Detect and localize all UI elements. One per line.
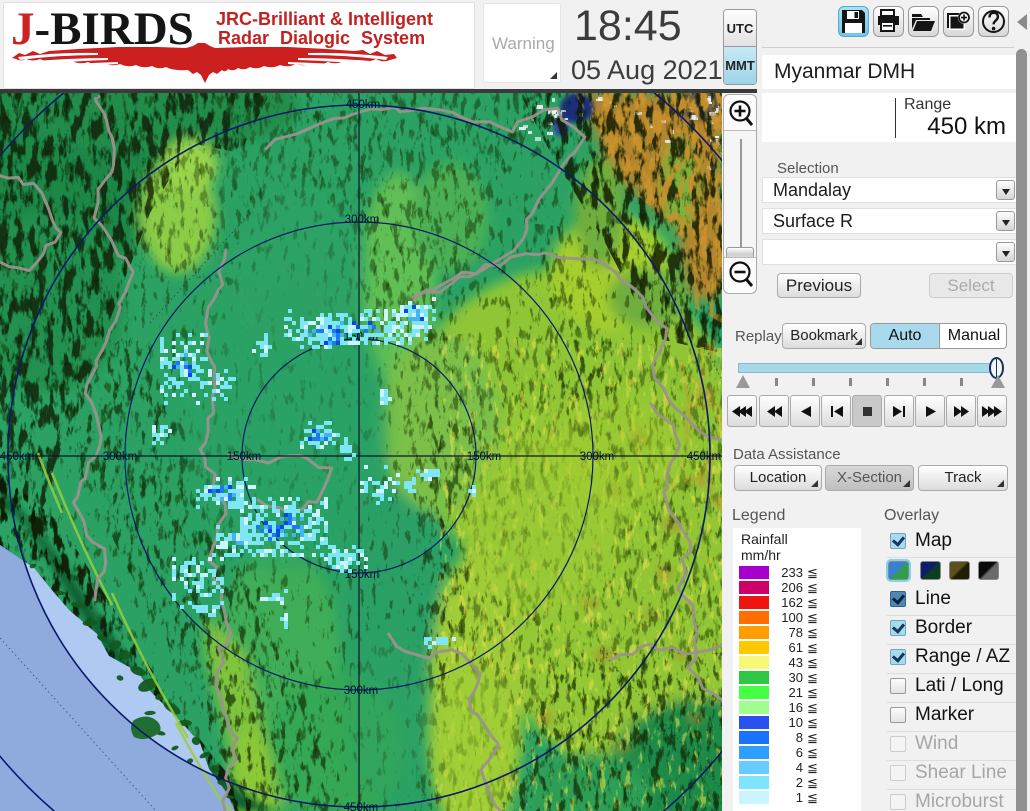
svg-text:450km: 450km — [344, 802, 379, 811]
svg-text:450km: 450km — [687, 451, 722, 463]
svg-text:300km: 300km — [580, 451, 615, 463]
svg-text:300km: 300km — [345, 214, 380, 226]
svg-text:300km: 300km — [103, 451, 138, 463]
svg-text:300km: 300km — [344, 685, 379, 697]
svg-text:150km: 150km — [467, 451, 502, 463]
svg-text:450km: 450km — [0, 451, 34, 463]
svg-text:150km: 150km — [227, 451, 262, 463]
svg-text:450km: 450km — [346, 99, 381, 111]
